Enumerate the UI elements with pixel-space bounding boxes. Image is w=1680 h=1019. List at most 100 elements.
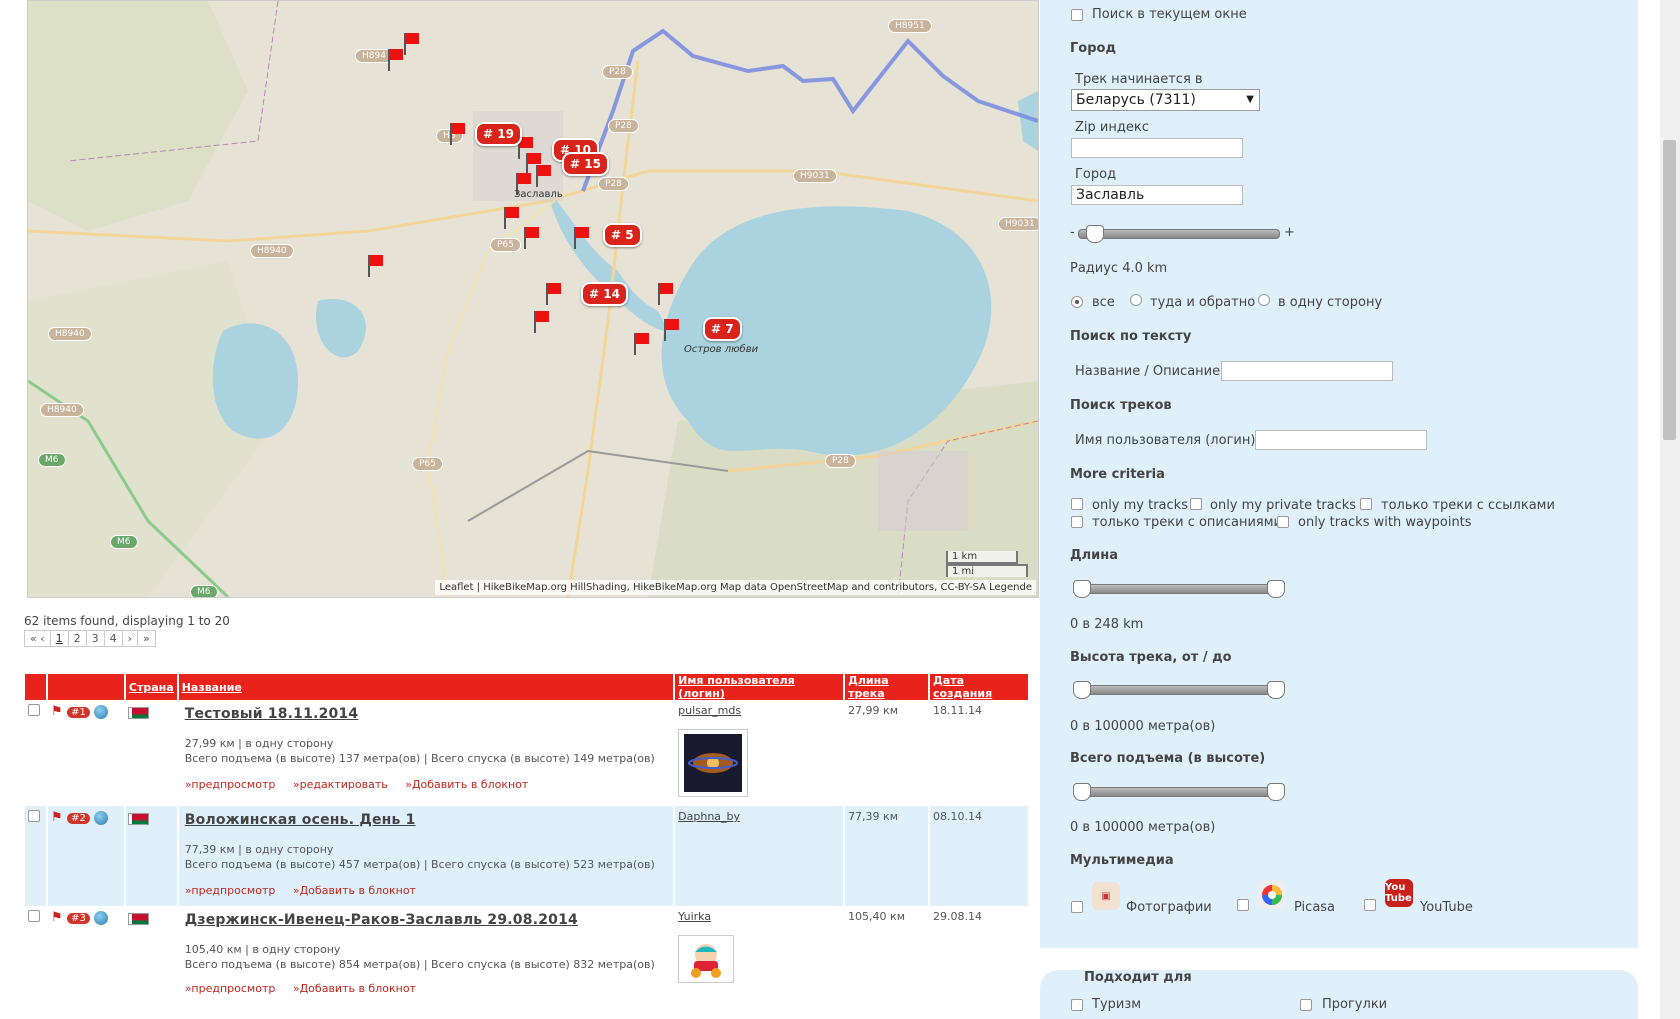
globe-icon[interactable] <box>94 911 109 925</box>
track-start-flag[interactable] <box>658 283 673 305</box>
pager-last[interactable]: » <box>137 630 156 647</box>
col-user[interactable]: Имя пользователя (логин) <box>674 674 846 700</box>
username-input[interactable] <box>1255 430 1427 450</box>
altitude-header: Высота трека, от / до <box>1070 650 1232 665</box>
track-start-flag[interactable] <box>534 311 549 333</box>
photos-checkbox[interactable] <box>1071 901 1083 913</box>
preview-link[interactable]: »предпросмотр <box>185 884 276 897</box>
track-title-link[interactable]: Дзержинск-Ивенец-Раков-Заславль 29.08.20… <box>185 912 670 928</box>
picasa-checkbox[interactable] <box>1237 899 1249 911</box>
page-scrollbar[interactable] <box>1660 0 1680 1019</box>
track-start-flag[interactable] <box>368 255 383 277</box>
avatar[interactable] <box>678 935 735 983</box>
globe-icon[interactable] <box>94 811 109 825</box>
length-slider[interactable] <box>1073 580 1285 598</box>
track-start-flag[interactable] <box>504 207 519 229</box>
row-checkbox[interactable] <box>28 704 40 716</box>
pager-page-4[interactable]: 4 <box>103 630 123 647</box>
radius-slider[interactable] <box>1078 225 1280 243</box>
cluster-marker[interactable]: # 15 <box>562 152 609 176</box>
direction-all-radio[interactable] <box>1071 296 1083 308</box>
pagination: « ‹ 1 2 3 4 › » <box>24 630 156 647</box>
only-private-tracks-checkbox[interactable] <box>1190 498 1202 510</box>
name-desc-input[interactable] <box>1221 361 1393 381</box>
tourism-checkbox[interactable] <box>1071 999 1083 1011</box>
track-start-flag[interactable] <box>450 123 465 145</box>
with-links-checkbox[interactable] <box>1360 498 1372 510</box>
preview-link[interactable]: »предпросмотр <box>185 778 276 791</box>
globe-icon[interactable] <box>94 705 109 719</box>
radius-minus[interactable]: - <box>1070 225 1075 240</box>
road-label: P28 <box>598 177 629 191</box>
walks-label: Прогулки <box>1322 997 1388 1012</box>
length-max-handle[interactable] <box>1267 580 1285 598</box>
avatar[interactable] <box>678 729 749 797</box>
track-title-link[interactable]: Тестовый 18.11.2014 <box>185 706 670 722</box>
col-country[interactable]: Страна <box>124 674 179 700</box>
track-start-flag[interactable] <box>404 33 419 55</box>
track-start-flag[interactable] <box>524 227 539 249</box>
add-to-notebook-link[interactable]: »Добавить в блокнот <box>293 884 416 897</box>
username-link[interactable]: Yuirka <box>678 910 711 923</box>
with-descriptions-checkbox[interactable] <box>1071 516 1083 528</box>
add-to-notebook-link[interactable]: »Добавить в блокнот <box>293 982 416 995</box>
col-date[interactable]: Дата создания <box>929 674 1030 700</box>
username-link[interactable]: pulsar_mds <box>678 704 741 717</box>
track-length: 27,99 км <box>844 700 930 806</box>
pager-first[interactable]: « ‹ <box>24 630 51 647</box>
cluster-marker[interactable]: # 14 <box>581 282 628 306</box>
direction-round-trip-radio[interactable] <box>1130 294 1142 306</box>
pager-page-2[interactable]: 2 <box>67 630 87 647</box>
track-date: 29.08.14 <box>929 906 1030 1006</box>
username-link[interactable]: Daphna_by <box>678 810 740 823</box>
ascent-min-handle[interactable] <box>1073 783 1091 801</box>
cluster-marker[interactable]: # 19 <box>475 122 522 146</box>
track-title-link[interactable]: Воложинская осень. День 1 <box>185 812 670 828</box>
ascent-max-handle[interactable] <box>1267 783 1285 801</box>
track-start-flag[interactable] <box>536 165 551 187</box>
cluster-marker[interactable]: # 7 <box>703 317 742 341</box>
altitude-min-handle[interactable] <box>1073 681 1091 699</box>
city-input[interactable]: Заславль <box>1071 185 1243 205</box>
road-label: H9031 <box>793 169 837 183</box>
col-length[interactable]: Длина трека <box>844 674 930 700</box>
cluster-marker[interactable]: # 5 <box>603 223 642 247</box>
with-waypoints-checkbox[interactable] <box>1277 516 1289 528</box>
edit-link[interactable]: »редактировать <box>293 778 388 791</box>
radius-text: Радиус 4.0 km <box>1070 261 1168 276</box>
track-start-flag[interactable] <box>574 227 589 249</box>
row-checkbox[interactable] <box>28 810 40 822</box>
track-start-flag[interactable] <box>634 333 649 355</box>
road-label: M6 <box>38 453 66 467</box>
table-row: ⚑ #2 Воложинская осень. День 1 77,39 км … <box>25 806 1030 906</box>
track-start-flag[interactable] <box>546 283 561 305</box>
add-to-notebook-link[interactable]: »Добавить в блокнот <box>405 778 528 791</box>
length-header: Длина <box>1070 548 1118 563</box>
zip-input[interactable] <box>1071 138 1243 158</box>
scrollbar-thumb[interactable] <box>1663 140 1676 440</box>
search-current-window-checkbox[interactable] <box>1071 9 1083 21</box>
row-checkbox[interactable] <box>28 910 40 922</box>
radius-plus[interactable]: + <box>1284 225 1295 240</box>
altitude-slider[interactable] <box>1073 681 1285 699</box>
altitude-max-handle[interactable] <box>1267 681 1285 699</box>
youtube-label: YouTube <box>1420 900 1473 915</box>
walks-checkbox[interactable] <box>1300 999 1312 1011</box>
youtube-checkbox[interactable] <box>1364 899 1376 911</box>
col-title[interactable]: Название <box>177 674 676 700</box>
direction-one-way-radio[interactable] <box>1258 294 1270 306</box>
pager-page-3[interactable]: 3 <box>85 630 105 647</box>
map[interactable]: H8951 P28 P28 P28 H9031 H9031 P65 P65 H8… <box>27 0 1039 598</box>
preview-link[interactable]: »предпросмотр <box>185 982 276 995</box>
direction-one-way-label: в одну сторону <box>1278 295 1383 310</box>
track-start-flag[interactable] <box>388 49 403 71</box>
country-select[interactable]: Беларусь (7311) ▼ <box>1071 89 1260 111</box>
length-min-handle[interactable] <box>1073 580 1091 598</box>
ascent-slider[interactable] <box>1073 783 1285 801</box>
pager-page-1[interactable]: 1 <box>49 630 69 647</box>
pager-next[interactable]: › <box>121 630 139 647</box>
radius-slider-handle[interactable] <box>1086 225 1105 243</box>
track-start-flag[interactable] <box>664 319 679 341</box>
only-my-tracks-checkbox[interactable] <box>1071 498 1083 510</box>
multimedia-header: Мультимедиа <box>1070 853 1174 868</box>
